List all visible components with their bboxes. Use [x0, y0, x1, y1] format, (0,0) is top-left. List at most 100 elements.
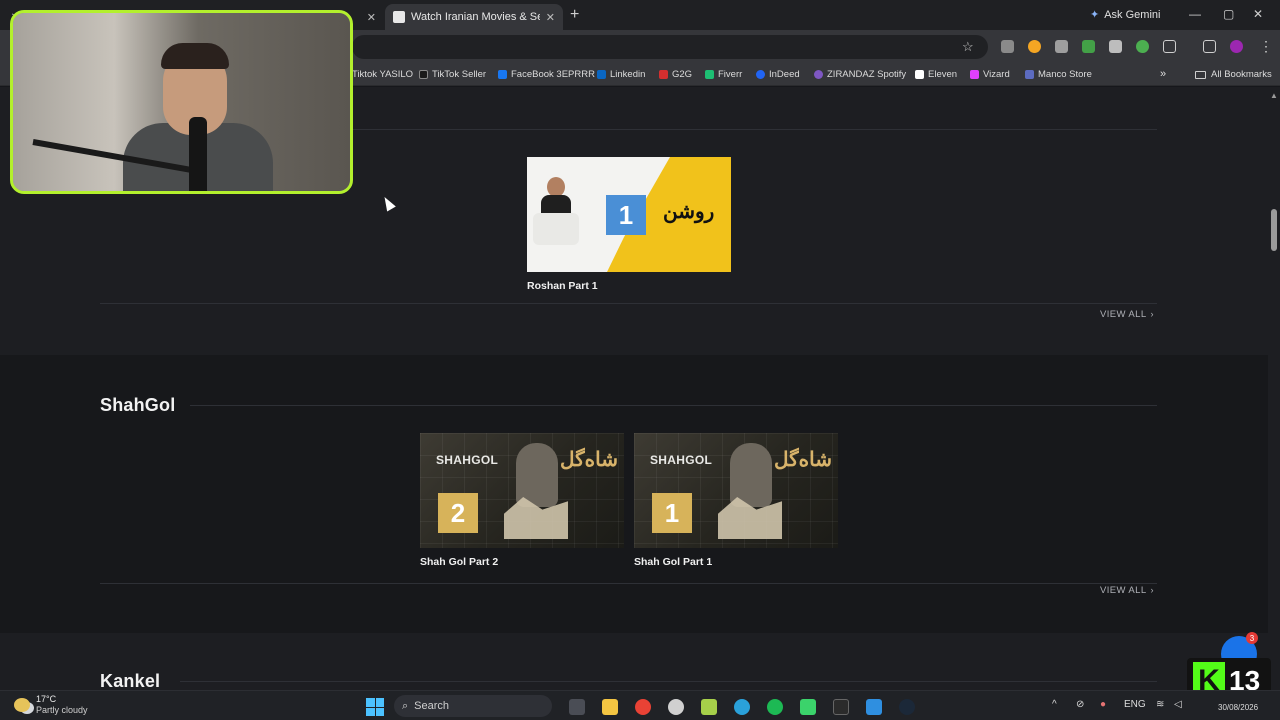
tab-active[interactable]: Watch Iranian Movies & Serials ✕: [385, 4, 563, 30]
bookmark-label: Tiktok YASILO: [352, 69, 414, 80]
section-shahgol: ShahGol SHAHGOL شاه‌گل 2 Shah Gol Part 2…: [0, 355, 1268, 633]
page-scrollbar[interactable]: ▲: [1268, 87, 1280, 690]
fiverr-icon: [705, 70, 714, 79]
bookmark-item[interactable]: G2G: [659, 69, 692, 80]
extensions-puzzle-icon[interactable]: [1163, 40, 1176, 53]
address-bar[interactable]: [352, 35, 988, 59]
video-title[interactable]: Shah Gol Part 1: [634, 556, 838, 568]
heading-rule: [180, 681, 1157, 682]
new-tab-button[interactable]: +: [570, 6, 579, 24]
bookmarks-overflow-icon[interactable]: »: [1160, 68, 1166, 80]
network-off-icon[interactable]: ⊘: [1076, 699, 1084, 710]
taskbar-search[interactable]: ⌕ Search: [394, 695, 552, 717]
close-tab-icon[interactable]: ✕: [367, 11, 376, 24]
scroll-up-icon[interactable]: ▲: [1270, 91, 1278, 100]
section-kankel: Kankel: [0, 633, 1268, 690]
vizard-icon: [970, 70, 979, 79]
spotify-icon: [814, 70, 823, 79]
bookmark-label: G2G: [672, 69, 693, 80]
extension-icon[interactable]: [1028, 40, 1041, 53]
app-icon[interactable]: [701, 699, 717, 715]
maximize-button[interactable]: ▢: [1223, 7, 1234, 21]
shield-icon[interactable]: [1055, 40, 1068, 53]
partly-cloudy-icon: [14, 698, 30, 712]
close-tab-icon[interactable]: ✕: [546, 11, 555, 24]
bookmark-label: Linkedin: [610, 69, 646, 80]
chrome-icon[interactable]: [635, 699, 651, 715]
windows-logo-tile: [366, 707, 375, 716]
windows-taskbar: 17°C Partly cloudy ⌕ Search ^ ⊘ ● ENG ≋ …: [0, 690, 1280, 720]
taskbar-date[interactable]: 30/08/2026: [1218, 703, 1258, 712]
eleven-icon: [915, 70, 924, 79]
bookmark-item[interactable]: Manco Store: [1025, 69, 1092, 80]
section-divider: [100, 303, 1157, 304]
extension-icon[interactable]: [1082, 40, 1095, 53]
section-divider: [100, 583, 1157, 584]
bookmark-item[interactable]: FaceBook 3EPRRR: [498, 69, 595, 80]
bookmark-label: Vizard: [983, 69, 1010, 80]
profile-avatar[interactable]: [1230, 40, 1243, 53]
terminal-icon[interactable]: [833, 699, 849, 715]
ask-gemini-label: Ask Gemini: [1104, 8, 1161, 21]
bookmark-item[interactable]: Linkedin: [597, 69, 645, 80]
indeed-icon: [756, 70, 765, 79]
section-heading: ShahGol: [100, 395, 176, 415]
start-button[interactable]: [366, 698, 384, 716]
gemini-icon: ✦: [1090, 9, 1100, 21]
view-all-label: VIEW ALL: [1100, 309, 1147, 320]
roshan-logo: روشن: [663, 201, 715, 223]
task-view-icon[interactable]: [569, 699, 585, 715]
shahgol-brand: SHAHGOL: [650, 453, 713, 467]
browser-menu-icon[interactable]: ⋮: [1259, 38, 1273, 55]
ask-gemini-button[interactable]: ✦ Ask Gemini: [1090, 8, 1161, 22]
video-title[interactable]: Shah Gol Part 2: [420, 556, 624, 568]
extension-icon[interactable]: [1136, 40, 1149, 53]
bookmark-item[interactable]: Tiktok YASILO: [352, 69, 413, 80]
spotify-icon[interactable]: [767, 699, 783, 715]
weather-widget[interactable]: 17°C Partly cloudy: [14, 694, 88, 716]
g2g-icon: [659, 70, 668, 79]
video-card[interactable]: SHAHGOL شاه‌گل 2 Shah Gol Part 2: [420, 433, 624, 568]
bookmark-item[interactable]: Eleven: [915, 69, 957, 80]
video-title[interactable]: Roshan Part 1: [527, 280, 731, 292]
vscode-icon[interactable]: [866, 699, 882, 715]
weather-temp: 17°C: [36, 694, 57, 704]
file-explorer-icon[interactable]: [602, 699, 618, 715]
wifi-icon[interactable]: ≋: [1156, 699, 1164, 710]
video-card[interactable]: 1 روشن Roshan Part 1: [527, 157, 731, 292]
bookmark-star-icon[interactable]: ☆: [962, 39, 974, 55]
bookmark-item[interactable]: Fiverr: [705, 69, 742, 80]
extension-icon[interactable]: [1001, 40, 1014, 53]
volume-icon[interactable]: ◁: [1174, 699, 1182, 710]
reading-list-icon[interactable]: [1203, 40, 1216, 53]
bookmark-label: Manco Store: [1038, 69, 1092, 80]
bookmark-item[interactable]: InDeed: [756, 69, 800, 80]
minimize-button[interactable]: —: [1189, 7, 1201, 21]
windows-logo-tile: [366, 698, 375, 707]
scrollbar-thumb[interactable]: [1271, 209, 1277, 251]
app-icon[interactable]: [800, 699, 816, 715]
video-thumbnail[interactable]: SHAHGOL شاه‌گل 2: [420, 433, 624, 548]
tab-title: Watch Iranian Movies & Serials: [411, 11, 540, 23]
language-indicator[interactable]: ENG: [1124, 699, 1146, 710]
bookmark-item[interactable]: TikTok Seller: [419, 69, 486, 80]
view-all-link[interactable]: VIEW ALL ›: [1100, 309, 1154, 320]
linkedin-icon: [597, 70, 606, 79]
close-window-button[interactable]: ✕: [1253, 7, 1263, 21]
microphone-icon[interactable]: ●: [1100, 699, 1106, 710]
steam-icon[interactable]: [899, 699, 915, 715]
chatgpt-icon[interactable]: [668, 699, 684, 715]
bookmark-item[interactable]: Vizard: [970, 69, 1010, 80]
view-all-link[interactable]: VIEW ALL ›: [1100, 585, 1154, 596]
video-thumbnail[interactable]: SHAHGOL شاه‌گل 1: [634, 433, 838, 548]
video-thumbnail[interactable]: 1 روشن: [527, 157, 731, 272]
tray-overflow-icon[interactable]: ^: [1052, 699, 1057, 710]
extension-icon[interactable]: [1109, 40, 1122, 53]
windows-logo-tile: [375, 707, 384, 716]
telegram-icon[interactable]: [734, 699, 750, 715]
bookmark-item[interactable]: ZIRANDAZ Spotify: [814, 69, 906, 80]
bookmark-label: TikTok Seller: [432, 69, 487, 80]
all-bookmarks-button[interactable]: All Bookmarks: [1195, 69, 1272, 80]
video-card[interactable]: SHAHGOL شاه‌گل 1 Shah Gol Part 1: [634, 433, 838, 568]
microphone: [189, 117, 207, 191]
